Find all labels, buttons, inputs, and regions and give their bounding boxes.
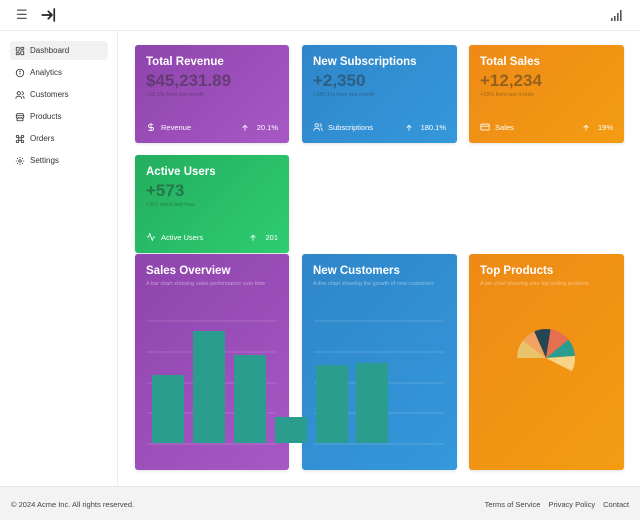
card-footer-change: 201 bbox=[249, 233, 278, 242]
card-value: +12,234 bbox=[480, 71, 542, 90]
sidebar-item-label: Customers bbox=[30, 90, 69, 99]
stat-card-subscriptions: New Subscriptions +2,350 +180.1% from la… bbox=[302, 45, 457, 143]
card-value: +2,350 bbox=[313, 71, 366, 90]
info-circle-icon bbox=[15, 68, 25, 77]
arrow-up-icon bbox=[250, 234, 257, 241]
sidebar-item-label: Orders bbox=[30, 134, 55, 143]
card-description: A line chart showing the growth of new c… bbox=[313, 281, 434, 287]
card-footer-label: Revenue bbox=[146, 122, 191, 132]
sidebar-item-label: Products bbox=[30, 112, 62, 121]
signal-icon bbox=[611, 10, 622, 21]
card-footer-change: 20.1% bbox=[241, 123, 278, 132]
credit-card-icon bbox=[480, 123, 490, 131]
card-footer-change: 180.1% bbox=[405, 123, 446, 132]
card-title: New Subscriptions bbox=[313, 56, 417, 68]
arrow-up-icon bbox=[583, 124, 589, 131]
main-content: Total Revenue $45,231.89 +20.1% from las… bbox=[118, 31, 640, 486]
chart-card-sales-overview: Sales Overview A bar chart showing sales… bbox=[135, 254, 289, 470]
arrow-up-icon bbox=[405, 124, 412, 131]
command-icon bbox=[15, 134, 25, 143]
top-bar: ☰ bbox=[0, 0, 640, 31]
users-icon bbox=[313, 123, 323, 131]
sidebar-item-label: Settings bbox=[30, 156, 59, 165]
stat-card-revenue: Total Revenue $45,231.89 +20.1% from las… bbox=[135, 45, 289, 143]
sidebar-item-settings[interactable]: Settings bbox=[10, 151, 108, 170]
card-value: $45,231.89 bbox=[146, 71, 232, 90]
card-footer-label: Subscriptions bbox=[313, 122, 373, 132]
card-description: A pie chart showing your top selling pro… bbox=[480, 281, 589, 287]
card-title: Top Products bbox=[480, 265, 554, 277]
stat-card-sales: Total Sales +12,234 +19% from last month… bbox=[469, 45, 624, 143]
sidebar-item-products[interactable]: Products bbox=[10, 107, 108, 126]
stat-card-active-users: Active Users +573 +201 since last hour A… bbox=[135, 155, 289, 253]
card-title: Total Revenue bbox=[146, 56, 224, 68]
users-icon bbox=[15, 90, 25, 99]
grid-icon bbox=[15, 46, 25, 55]
card-title: New Customers bbox=[313, 265, 400, 277]
login-icon[interactable] bbox=[40, 6, 58, 24]
activity-icon bbox=[146, 232, 156, 242]
chart-card-top-products: Top Products A pie chart showing your to… bbox=[469, 254, 624, 470]
footer-link-terms[interactable]: Terms of Service bbox=[485, 500, 541, 509]
card-footer-change: 19% bbox=[582, 123, 613, 132]
card-title: Active Users bbox=[146, 166, 216, 178]
footer-link-privacy[interactable]: Privacy Policy bbox=[548, 500, 595, 509]
footer: © 2024 Acme Inc. All rights reserved. Te… bbox=[0, 486, 640, 520]
card-footer-label: Sales bbox=[480, 122, 514, 132]
card-subtext: +201 since last hour bbox=[146, 202, 196, 208]
arrow-up-icon bbox=[242, 124, 248, 131]
card-title: Total Sales bbox=[480, 56, 540, 68]
card-subtext: +180.1% from last month bbox=[313, 92, 375, 98]
card-title: Sales Overview bbox=[146, 265, 231, 277]
sidebar-item-dashboard[interactable]: Dashboard bbox=[10, 41, 108, 60]
card-value: +573 bbox=[146, 181, 185, 200]
card-subtext: +19% from last month bbox=[480, 92, 534, 98]
sidebar-item-customers[interactable]: Customers bbox=[10, 85, 108, 104]
footer-copyright: © 2024 Acme Inc. All rights reserved. bbox=[11, 500, 135, 509]
dollar-icon bbox=[148, 122, 154, 132]
card-footer-label: Active Users bbox=[146, 232, 203, 242]
footer-link-contact[interactable]: Contact bbox=[603, 500, 629, 509]
sidebar-item-orders[interactable]: Orders bbox=[10, 129, 108, 148]
footer-links: Terms of Service Privacy Policy Contact bbox=[485, 500, 629, 509]
card-subtext: +20.1% from last month bbox=[146, 92, 205, 98]
card-description: A bar chart showing sales performance ov… bbox=[146, 281, 266, 287]
sidebar: Dashboard Analytics Customers Products O… bbox=[0, 31, 118, 486]
sidebar-item-analytics[interactable]: Analytics bbox=[10, 63, 108, 82]
menu-icon[interactable]: ☰ bbox=[16, 8, 32, 22]
sidebar-item-label: Analytics bbox=[30, 68, 63, 77]
chart-card-new-customers: New Customers A line chart showing the g… bbox=[302, 254, 457, 470]
gear-icon bbox=[15, 156, 25, 165]
sidebar-item-label: Dashboard bbox=[30, 46, 70, 55]
store-icon bbox=[15, 112, 25, 121]
